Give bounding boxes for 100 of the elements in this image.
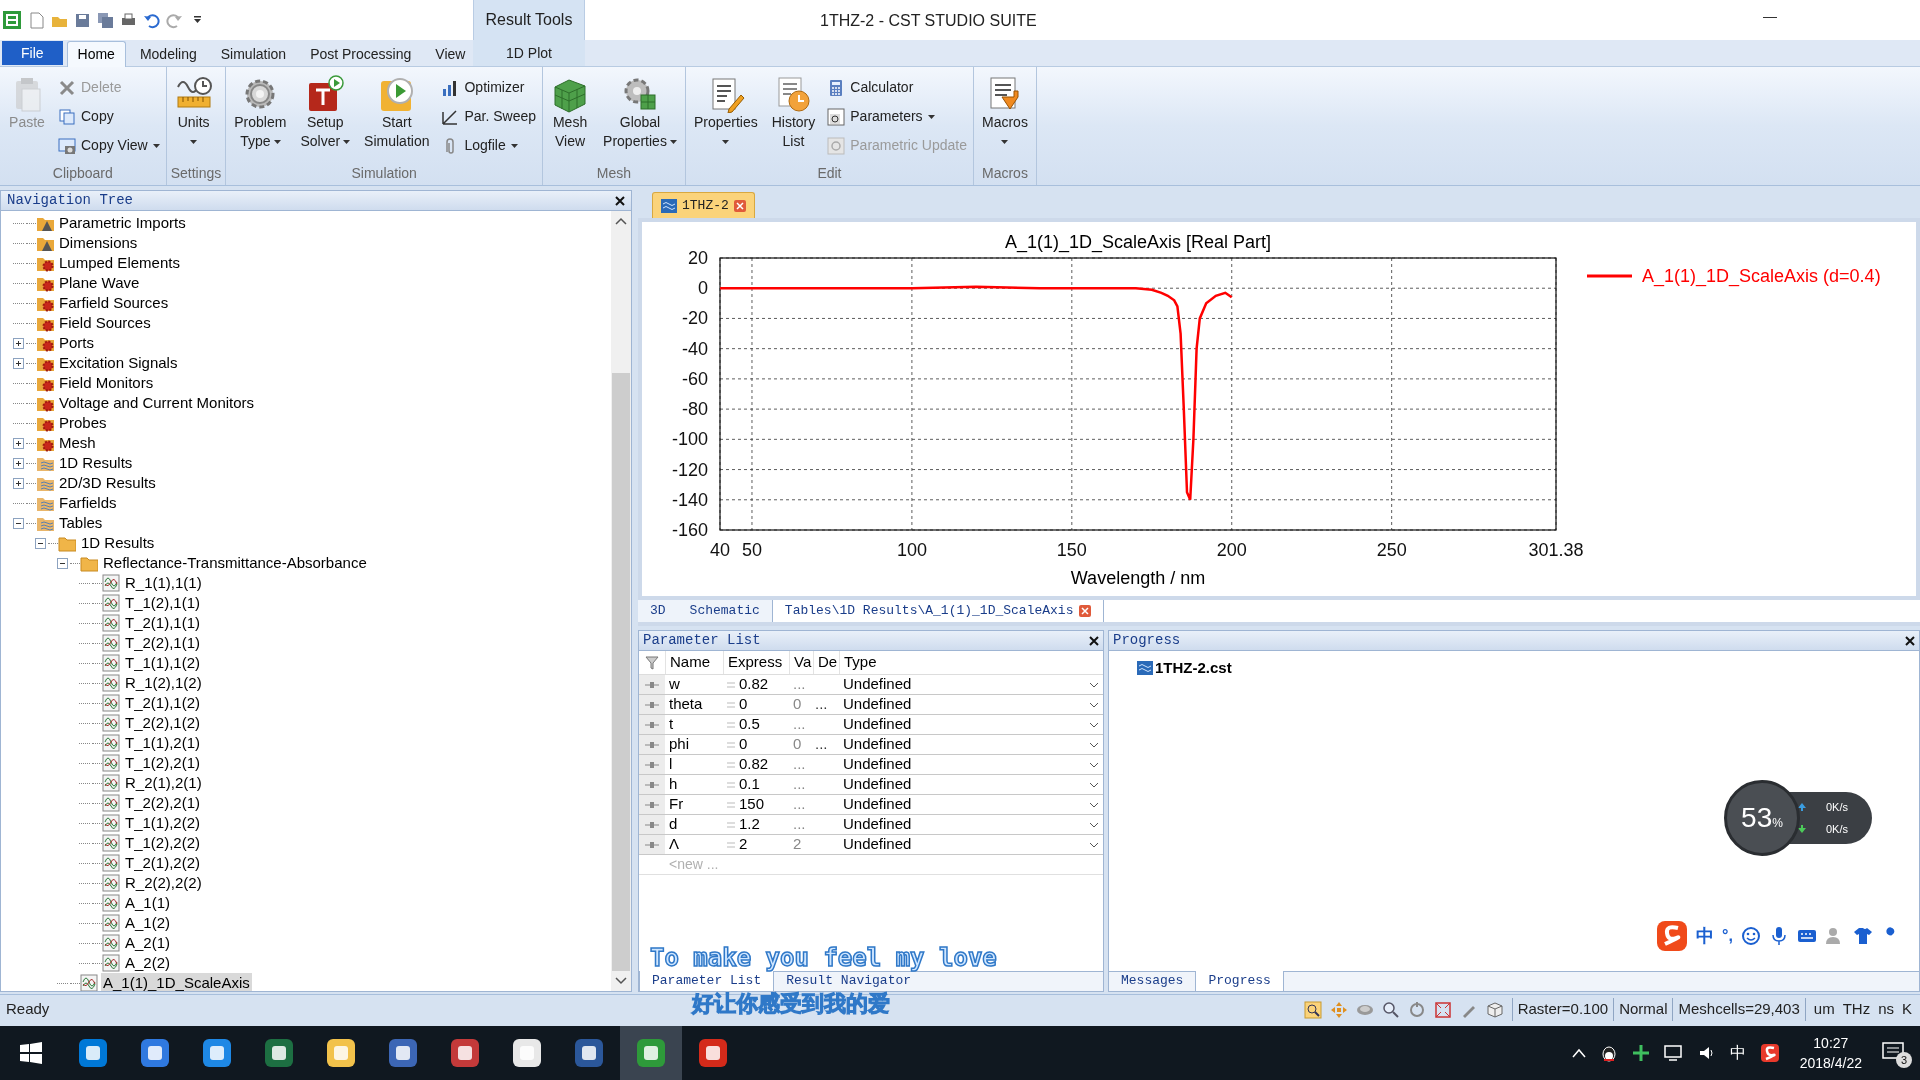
caret-icon[interactable] <box>1001 139 1009 144</box>
editor-tab[interactable]: 3D <box>638 600 678 622</box>
row-handle-icon[interactable] <box>644 780 660 789</box>
row-handle-icon[interactable] <box>644 680 660 689</box>
network-status-icon[interactable] <box>1631 1044 1650 1062</box>
tree-item[interactable]: Lumped Elements <box>57 253 182 273</box>
tree-item[interactable]: Ports <box>57 333 96 353</box>
tree-item[interactable]: R_2(1),2(1) <box>123 773 204 793</box>
caret-icon[interactable] <box>927 114 935 119</box>
tree-item[interactable]: A_1(2) <box>123 913 173 933</box>
tree-item[interactable]: Field Sources <box>57 313 153 333</box>
tree-item[interactable]: T_2(1),2(2) <box>123 853 203 873</box>
sogou-tray-icon[interactable] <box>1759 1043 1780 1063</box>
save-icon[interactable] <box>74 11 91 29</box>
row-handle-icon[interactable] <box>644 820 660 829</box>
document-tab[interactable]: 1THZ-2 <box>652 192 755 218</box>
column-header[interactable]: Type <box>839 651 1103 674</box>
row-handle-icon[interactable] <box>644 700 660 709</box>
tree-item[interactable]: T_1(1),2(1) <box>123 733 203 753</box>
caret-icon[interactable] <box>510 143 518 148</box>
editor-tab[interactable]: Schematic <box>677 600 772 622</box>
ribbon-tab[interactable]: Home <box>66 41 126 67</box>
tree-item[interactable]: Excitation Signals <box>57 353 180 373</box>
emoji-icon[interactable] <box>1740 926 1761 946</box>
tree-item[interactable]: A_2(1) <box>123 933 173 953</box>
close-icon[interactable] <box>1905 635 1915 646</box>
zoom-window-icon[interactable] <box>1303 1000 1322 1019</box>
expand-icon[interactable] <box>13 437 24 449</box>
tree-item[interactable]: 1D Results <box>57 453 135 473</box>
ribbon-button[interactable]: Macros <box>978 73 1032 153</box>
row-handle-icon[interactable] <box>644 740 660 749</box>
dropdown-icon[interactable] <box>1089 821 1099 828</box>
tree-item[interactable]: A_1(1) <box>123 893 173 913</box>
tree-item[interactable]: Field Monitors <box>57 373 156 393</box>
taskbar-app-button[interactable] <box>620 1026 682 1080</box>
row-handle-icon[interactable] <box>644 840 660 849</box>
collapse-icon[interactable] <box>13 517 24 529</box>
expand-icon[interactable] <box>13 337 24 349</box>
expand-icon[interactable] <box>13 457 24 469</box>
ribbon-tab[interactable]: View <box>425 42 476 66</box>
ribbon-tab[interactable]: Post Processing <box>300 42 422 66</box>
tree-item[interactable]: A_2(2) <box>123 953 173 973</box>
panel-tab[interactable]: Messages <box>1109 971 1196 991</box>
caret-icon[interactable] <box>273 139 281 144</box>
tree-item[interactable]: T_2(1),1(1) <box>123 613 203 633</box>
spin-icon[interactable] <box>1407 1000 1426 1019</box>
tree-item[interactable]: R_1(2),1(2) <box>123 673 204 693</box>
tree-item[interactable]: T_2(1),1(2) <box>123 693 203 713</box>
dropdown-icon[interactable] <box>1089 801 1099 808</box>
tree-item[interactable]: A_1(1)_1D_ScaleAxis <box>101 973 252 991</box>
tree-item[interactable]: Parametric Imports <box>57 213 188 233</box>
panel-tab[interactable]: Result Navigator <box>774 971 924 991</box>
tree-item[interactable]: Reflectance-Transmittance-Absorbance <box>101 553 369 573</box>
ribbon-button[interactable]: Setup Solver <box>296 73 355 153</box>
clock[interactable]: 10:27 2018/4/22 <box>1793 1033 1868 1073</box>
tree-item[interactable]: Farfield Sources <box>57 293 171 313</box>
tree-item[interactable]: T_2(2),1(1) <box>123 633 203 653</box>
fit-view-icon[interactable] <box>1433 1000 1452 1019</box>
column-header[interactable]: Name <box>665 651 723 674</box>
punctuation-toggle[interactable]: °, <box>1722 924 1733 948</box>
scrollbar-thumb[interactable] <box>612 373 630 971</box>
column-header[interactable]: De <box>813 651 839 674</box>
ribbon-tab[interactable]: 1D Plot <box>473 40 585 66</box>
collapse-icon[interactable] <box>35 537 46 549</box>
panel-tab[interactable]: Parameter List <box>639 971 775 991</box>
shirt-icon[interactable] <box>1852 926 1873 946</box>
network-icon[interactable] <box>1663 1045 1684 1061</box>
ribbon-button[interactable]: Units <box>170 73 217 153</box>
collapse-icon[interactable] <box>57 557 68 569</box>
dropdown-icon[interactable] <box>1089 781 1099 788</box>
ribbon-button[interactable]: Calculator <box>825 75 969 100</box>
editor-tab[interactable]: Tables\1D Results\A_1(1)_1D_ScaleAxis <box>771 600 1105 622</box>
ribbon-button[interactable]: Start Simulation <box>360 73 434 153</box>
caret-icon[interactable] <box>190 139 198 144</box>
undo-icon[interactable] <box>143 11 160 29</box>
input-method-indicator[interactable]: 中 <box>1729 1041 1746 1065</box>
ribbon-button[interactable]: Copy <box>56 104 162 129</box>
sogou-logo-icon[interactable] <box>1656 920 1688 952</box>
tree-item[interactable]: 1D Results <box>79 533 157 553</box>
tree-item[interactable]: Dimensions <box>57 233 140 253</box>
dropdown-icon[interactable] <box>1089 681 1099 688</box>
ribbon-button[interactable]: Logfile <box>439 133 539 158</box>
file-menu-button[interactable]: File <box>2 41 63 65</box>
ribbon-button[interactable]: Mesh View <box>547 73 594 153</box>
caret-icon[interactable] <box>722 139 730 144</box>
tree-item[interactable]: 2D/3D Results <box>57 473 158 493</box>
close-icon[interactable] <box>615 195 625 206</box>
scroll-up-icon[interactable] <box>615 217 627 225</box>
tree-item[interactable]: Farfields <box>57 493 119 513</box>
dropdown-icon[interactable] <box>1089 841 1099 848</box>
action-center-button[interactable]: 3 <box>1882 1038 1912 1068</box>
ribbon-button[interactable]: Optimizer <box>439 75 539 100</box>
tree-item[interactable]: Voltage and Current Monitors <box>57 393 257 413</box>
minimize-button[interactable]: — <box>1760 6 1780 27</box>
caret-icon[interactable] <box>669 139 677 144</box>
volume-icon[interactable] <box>1697 1045 1716 1061</box>
row-handle-icon[interactable] <box>644 760 660 769</box>
ribbon-tab[interactable]: Modeling <box>129 42 207 66</box>
tree-item[interactable]: Tables <box>57 513 105 533</box>
ribbon-button[interactable]: Properties <box>689 73 762 153</box>
